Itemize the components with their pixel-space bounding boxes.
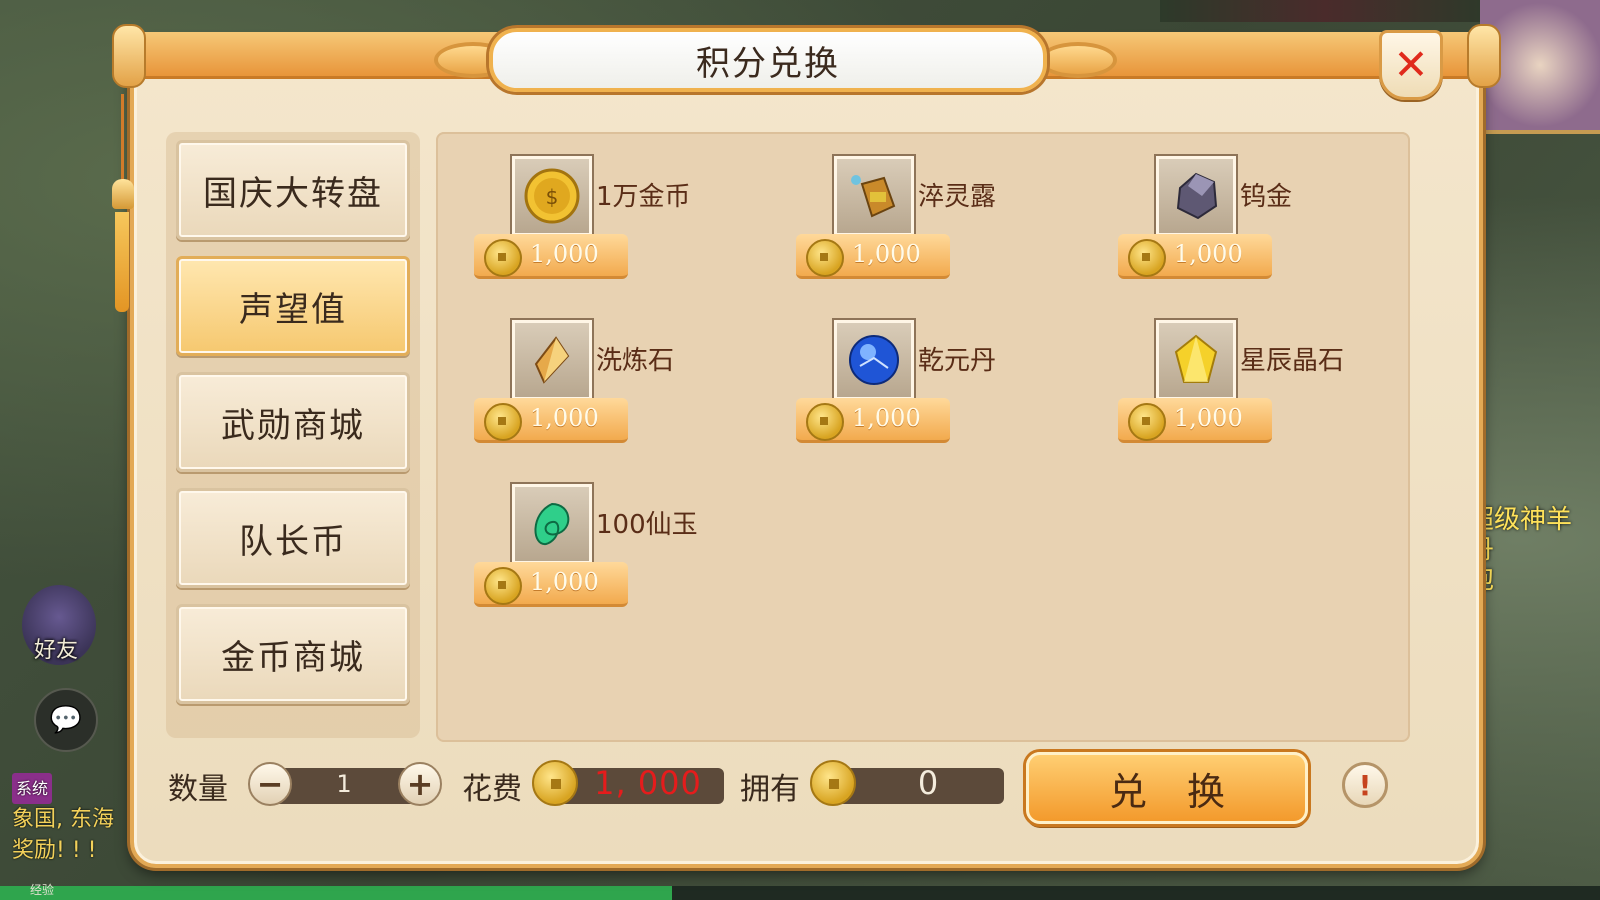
- item-name: 洗炼石: [596, 346, 675, 376]
- item-card[interactable]: 钨金 1,000: [1118, 156, 1418, 286]
- item-price: 1,000: [852, 240, 921, 268]
- title-ornament-right: [1039, 42, 1117, 78]
- tab-merit-shop[interactable]: 武勋商城: [176, 372, 410, 472]
- category-sidebar: 国庆大转盘 声望值 武勋商城 队长币 金币商城: [166, 132, 420, 738]
- item-name: 淬灵露: [918, 182, 997, 212]
- friend-label[interactable]: 好友: [34, 632, 78, 664]
- price-tag: 1,000: [1118, 234, 1272, 279]
- tungsten-ore-icon: [1156, 156, 1236, 236]
- coin-icon: [806, 239, 844, 277]
- item-card[interactable]: 100仙玉 1,000: [474, 484, 774, 614]
- exchange-button[interactable]: 兑换: [1026, 752, 1308, 824]
- gold-coin-icon: $: [512, 156, 592, 236]
- price-tag: 1,000: [474, 562, 628, 607]
- tab-national-day-wheel[interactable]: 国庆大转盘: [176, 140, 410, 240]
- coin-icon: [484, 403, 522, 441]
- owned-label: 拥有: [740, 772, 800, 807]
- dialog-title: 积分兑换: [696, 43, 840, 84]
- npc-name: 超级神羊: [1468, 505, 1573, 535]
- blue-orb-icon: [834, 320, 914, 400]
- item-name: 乾元丹: [918, 346, 997, 376]
- price-tag: 1,000: [796, 398, 950, 443]
- coin-icon: [810, 760, 856, 806]
- price-tag: 1,000: [474, 234, 628, 279]
- cost-value: 1, 000: [594, 764, 702, 802]
- coin-icon: [484, 567, 522, 605]
- item-price: 1,000: [1174, 404, 1243, 432]
- item-name: 100仙玉: [596, 510, 698, 540]
- item-price: 1,000: [530, 240, 599, 268]
- item-price: 1,000: [852, 404, 921, 432]
- svg-text:$: $: [546, 185, 559, 209]
- quantity-label: 数量: [168, 772, 228, 807]
- coin-icon: [484, 239, 522, 277]
- refine-stone-icon: [512, 320, 592, 400]
- item-grid: $ 1万金币 1,000 淬灵露 1,000 钨金 1,000 洗炼石 1,00…: [436, 132, 1410, 742]
- tab-captain-coin[interactable]: 队长币: [176, 488, 410, 588]
- tab-reputation[interactable]: 声望值: [176, 256, 410, 356]
- price-tag: 1,000: [1118, 398, 1272, 443]
- cost-label: 花费: [462, 772, 522, 807]
- jade-icon: [512, 484, 592, 564]
- chat-line: 象国, 东海: [12, 807, 114, 832]
- coin-icon: [1128, 403, 1166, 441]
- star-crystal-icon: [1156, 320, 1236, 400]
- owned-value: 0: [917, 764, 939, 802]
- scroll-cap-right: [1467, 24, 1501, 88]
- coin-icon: [1128, 239, 1166, 277]
- price-tag: 1,000: [474, 398, 628, 443]
- item-card[interactable]: 乾元丹 1,000: [796, 320, 1096, 450]
- experience-bar: [0, 886, 1600, 900]
- item-name: 1万金币: [596, 182, 691, 212]
- title-plate: 积分兑换: [489, 28, 1047, 92]
- system-tag: 系统: [12, 773, 53, 804]
- item-price: 1,000: [530, 404, 599, 432]
- item-name: 钨金: [1240, 182, 1293, 212]
- potion-jar-icon: [834, 156, 914, 236]
- price-tag: 1,000: [796, 234, 950, 279]
- item-price: 1,000: [530, 568, 599, 596]
- close-button[interactable]: ✕: [1379, 30, 1443, 100]
- decrease-button[interactable]: −: [248, 762, 292, 806]
- chat-line: 奖励! ! !: [12, 838, 97, 863]
- scene-npc-label: 超级神羊 丹 泡: [1468, 505, 1572, 595]
- item-card[interactable]: 星辰晶石 1,000: [1118, 320, 1418, 450]
- top-status-bar: [1160, 0, 1490, 22]
- item-card[interactable]: 淬灵露 1,000: [796, 156, 1096, 286]
- scroll-cap-left: [112, 24, 146, 88]
- increase-button[interactable]: +: [398, 762, 442, 806]
- item-card[interactable]: $ 1万金币 1,000: [474, 156, 774, 286]
- coin-icon: [532, 760, 578, 806]
- points-exchange-dialog: 积分兑换 ✕ 国庆大转盘 声望值 武勋商城 队长币 金币商城 $ 1万金币 1,…: [112, 24, 1501, 868]
- item-card[interactable]: 洗炼石 1,000: [474, 320, 774, 450]
- item-price: 1,000: [1174, 240, 1243, 268]
- chat-bubble-icon[interactable]: 💬: [34, 688, 98, 752]
- info-button[interactable]: !: [1342, 762, 1388, 808]
- coin-icon: [806, 403, 844, 441]
- item-name: 星辰晶石: [1240, 346, 1345, 376]
- chat-log: 系统 象国, 东海 奖励! ! !: [12, 772, 132, 866]
- experience-label: 经验: [30, 883, 55, 897]
- tab-gold-shop[interactable]: 金币商城: [176, 604, 410, 704]
- tassel-ornament: [112, 94, 134, 312]
- quantity-value[interactable]: 1: [304, 770, 384, 798]
- close-icon: ✕: [1393, 40, 1429, 89]
